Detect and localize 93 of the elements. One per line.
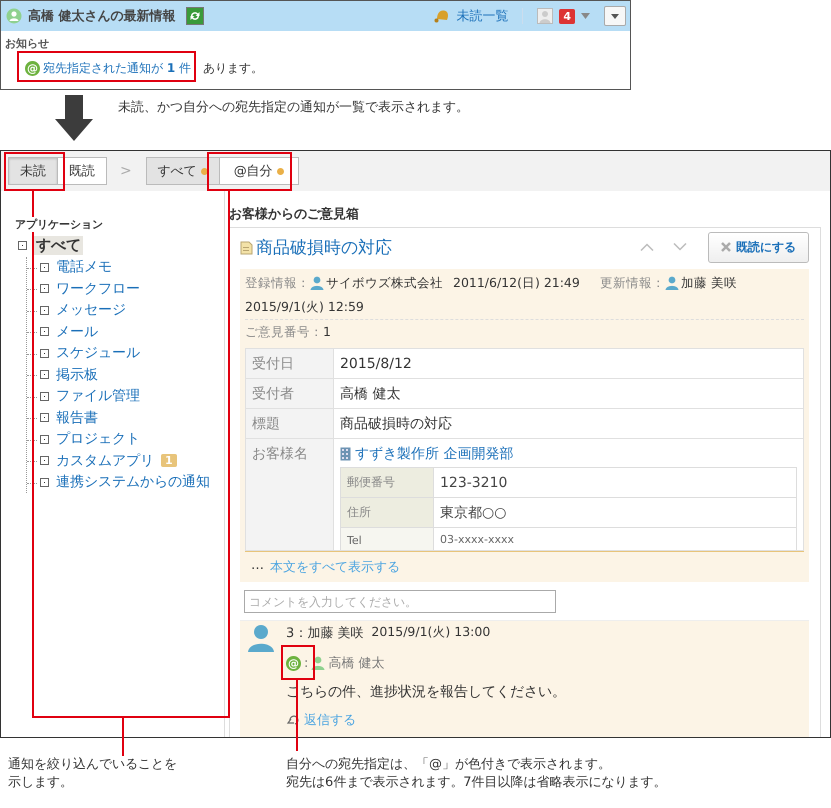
tree-item[interactable]: 連携システムからの通知: [54, 473, 212, 492]
avatar-icon: [248, 624, 274, 652]
tree-item[interactable]: 電話メモ: [54, 258, 114, 276]
field-label: お客様名: [246, 438, 334, 550]
field-value: 123-3210: [434, 468, 796, 498]
tree-item[interactable]: カスタムアプリ: [54, 452, 156, 470]
sidebar-heading: アプリケーション: [13, 217, 105, 232]
collapse-toggle-icon: [40, 413, 49, 422]
section-title: お客様からのご意見箱: [229, 206, 360, 223]
field-label: 受付日: [246, 348, 334, 378]
tree-item[interactable]: ワークフロー: [54, 280, 142, 298]
ellipsis-text: …: [251, 558, 264, 575]
callout-line: [122, 717, 124, 756]
person-icon: [664, 276, 679, 290]
field-value: 03-xxxx-xxxx: [434, 528, 796, 550]
person-icon: [311, 656, 326, 670]
timestamp: 2015/9/1(火) 13:00: [371, 624, 490, 641]
down-arrow-icon: [55, 95, 93, 141]
caret-icon: [581, 13, 590, 19]
scope-button[interactable]: すべて: [146, 157, 220, 185]
timestamp: 2015/9/1(火) 12:59: [245, 298, 364, 316]
user-name: 加藤 美咲: [680, 274, 737, 292]
caption-text: 未読、かつ自分への宛先指定の通知が一覧で表示されます。: [118, 99, 469, 116]
field-label: 郵便番号: [340, 468, 434, 498]
collapse-toggle-icon: [40, 284, 49, 294]
comment-field[interactable]: コメントを入力してください。: [244, 590, 556, 613]
notification-link[interactable]: 宛先指定された通知が 1 件: [43, 60, 192, 77]
customer-link[interactable]: すずき製作所 企画開発部: [355, 445, 514, 463]
field-value: 2015/8/12: [334, 348, 804, 378]
field-label: 標題: [246, 408, 334, 438]
callout-line: [296, 679, 298, 751]
collapse-toggle-icon: [40, 306, 49, 315]
note-text: 自分への宛先指定は、「@」が色付きで表示されます。 宛先は6件まで表示されます。7件目以降は省略表示になります。: [286, 756, 667, 792]
notice-text: あります。: [203, 60, 264, 77]
mark-as-read-button[interactable]: 既読にする: [708, 232, 809, 262]
comment-author: 3：加藤 美咲: [286, 625, 364, 642]
collapse-toggle-icon: [40, 327, 49, 336]
person-icon: [6, 8, 22, 24]
field-value: 1: [323, 324, 331, 339]
tree-item[interactable]: ファイル管理: [54, 387, 142, 406]
collapse-toggle-icon: [18, 241, 27, 250]
building-icon: [340, 447, 351, 461]
mention-icon: @: [286, 656, 301, 670]
close-icon: [721, 242, 731, 252]
separator-text: :: [304, 656, 308, 670]
collapse-toggle-icon: [40, 434, 49, 444]
tree-item[interactable]: 報告書: [54, 408, 100, 427]
timestamp: 2011/6/12(日) 21:49: [453, 274, 580, 292]
menu-button[interactable]: [604, 6, 626, 26]
collapse-toggle-icon: [40, 262, 49, 272]
tree-item[interactable]: すべて: [34, 236, 83, 256]
note-text: 通知を絞り込んでいることを 示します。: [8, 756, 178, 792]
collapse-toggle-icon: [40, 370, 49, 380]
field-value: 商品破損時の対応: [334, 408, 804, 438]
collapse-toggle-icon: [40, 348, 49, 358]
field-label: ご意見番号：: [245, 324, 323, 339]
user-avatar-icon: [537, 8, 554, 24]
unread-list-link[interactable]: 未読一覧: [456, 7, 508, 25]
bell-icon: [434, 9, 450, 23]
scope-button[interactable]: @自分: [218, 157, 299, 185]
count-badge: 1: [161, 454, 177, 468]
user-name: サイボウズ株式会社: [326, 274, 443, 292]
field-label: 住所: [340, 498, 434, 528]
caret-icon: [611, 14, 619, 18]
person-icon: [310, 276, 324, 290]
recipient-name: 高橋 健太: [328, 655, 385, 672]
field-label: 受付者: [246, 378, 334, 408]
field-value: 高橋 健太: [334, 378, 804, 408]
filter-button[interactable]: 既読: [57, 157, 107, 185]
filter-button[interactable]: 未読: [8, 157, 58, 185]
tree-item[interactable]: メッセージ: [54, 301, 128, 320]
widget-title: 高橋 健太さんの最新情報: [28, 8, 176, 25]
item-title-link[interactable]: 商品破損時の対応: [256, 236, 392, 258]
refresh-icon: [188, 10, 201, 22]
field-label: Tel: [340, 528, 434, 550]
document-icon: [240, 240, 253, 254]
tree-item[interactable]: スケジュール: [54, 344, 142, 362]
section-heading: お知らせ: [5, 36, 50, 51]
mention-icon: @: [25, 61, 40, 76]
collapse-toggle-icon: [40, 392, 49, 401]
reply-icon: [286, 713, 301, 727]
collapse-toggle-icon: [40, 478, 49, 487]
tree-item[interactable]: メール: [54, 322, 100, 341]
tree-item[interactable]: 掲示板: [54, 366, 100, 384]
meta-label: 登録情報：: [245, 274, 310, 292]
collapse-toggle-icon: [40, 456, 49, 466]
separator-chevron: >: [120, 163, 132, 179]
field-value: 東京都○○: [434, 498, 796, 528]
meta-label: 更新情報：: [600, 274, 665, 292]
highlight-frame: [281, 645, 315, 680]
tree-item[interactable]: プロジェクト: [54, 430, 142, 448]
refresh-button[interactable]: [186, 7, 204, 25]
notification-count-badge: 4: [559, 8, 575, 24]
